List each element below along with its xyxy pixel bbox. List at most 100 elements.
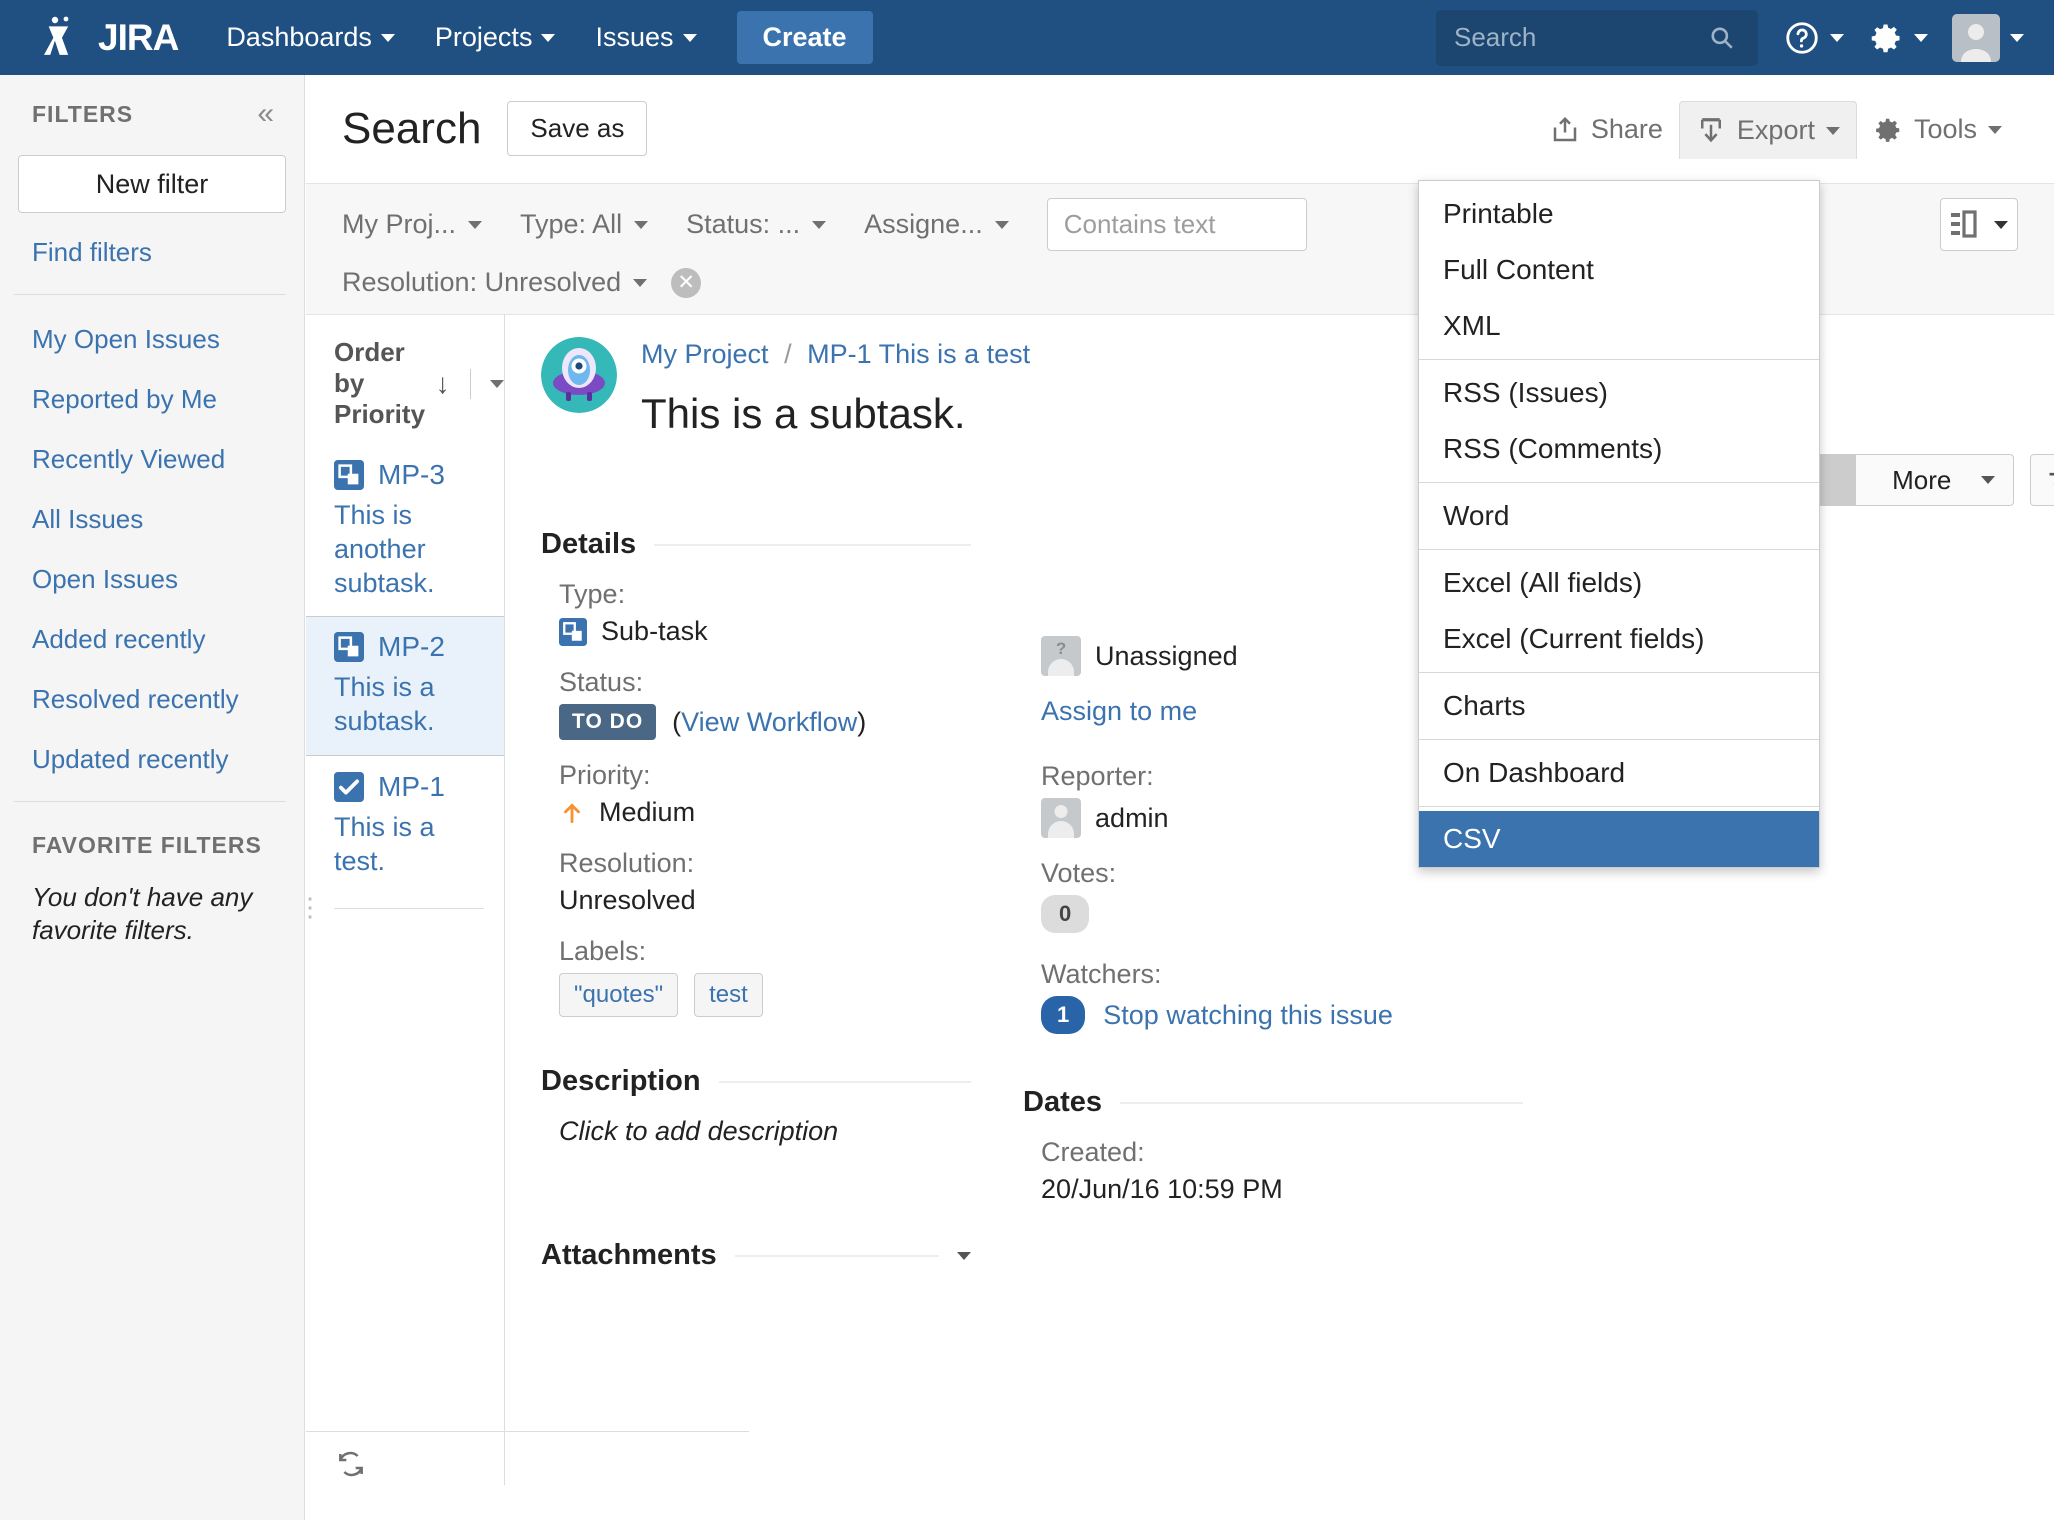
export-menu-item-csv[interactable]: CSV bbox=[1419, 811, 1819, 867]
find-filters-link[interactable]: Find filters bbox=[32, 237, 304, 268]
issue-key-row: MP-2 bbox=[334, 631, 484, 663]
clear-filters-icon[interactable]: ✕ bbox=[671, 268, 701, 298]
filter-status[interactable]: Status: ... bbox=[686, 209, 826, 240]
chevron-down-icon bbox=[381, 34, 395, 42]
filter-assignee[interactable]: Assigne... bbox=[864, 209, 1009, 240]
jira-logo[interactable]: JIRA bbox=[40, 15, 178, 61]
export-menu-item-printable[interactable]: Printable bbox=[1419, 186, 1819, 242]
sidebar-item-open-issues[interactable]: Open Issues bbox=[32, 564, 304, 595]
nav-issues[interactable]: Issues bbox=[575, 0, 716, 75]
stop-watching-link[interactable]: Stop watching this issue bbox=[1103, 1000, 1393, 1031]
export-menu-item-word[interactable]: Word bbox=[1419, 488, 1819, 544]
description-placeholder[interactable]: Click to add description bbox=[559, 1116, 971, 1147]
list-item[interactable]: MP-3 This is another subtask. bbox=[306, 444, 504, 616]
export-menu-item-excel-all-fields[interactable]: Excel (All fields) bbox=[1419, 555, 1819, 611]
tools-button[interactable]: Tools bbox=[1857, 101, 2018, 158]
assignee-value: Unassigned bbox=[1095, 641, 1238, 672]
export-menu-item-xml[interactable]: XML bbox=[1419, 298, 1819, 354]
label-chip[interactable]: "quotes" bbox=[559, 973, 678, 1017]
new-filter-button[interactable]: New filter bbox=[18, 155, 286, 213]
export-label: Export bbox=[1737, 115, 1815, 146]
global-search-input[interactable] bbox=[1454, 22, 1709, 53]
filter-resolution[interactable]: Resolution: Unresolved bbox=[342, 267, 647, 298]
sidebar-divider bbox=[14, 294, 286, 295]
export-menu-item-excel-current-fields[interactable]: Excel (Current fields) bbox=[1419, 611, 1819, 667]
sidebar-item-updated-recently[interactable]: Updated recently bbox=[32, 744, 304, 775]
sidebar-item-reported-by-me[interactable]: Reported by Me bbox=[32, 384, 304, 415]
create-button[interactable]: Create bbox=[737, 11, 873, 64]
created-value: 20/Jun/16 10:59 PM bbox=[1041, 1174, 1523, 1205]
chevron-down-icon bbox=[1914, 34, 1928, 42]
share-button[interactable]: Share bbox=[1534, 101, 1679, 158]
export-menu-item-charts[interactable]: Charts bbox=[1419, 678, 1819, 734]
export-menu-item-on-dashboard[interactable]: On Dashboard bbox=[1419, 745, 1819, 801]
profile-button[interactable] bbox=[1952, 14, 2024, 62]
sidebar-divider-2 bbox=[14, 801, 286, 802]
subtask-icon bbox=[559, 618, 587, 646]
breadcrumb-parent-issue[interactable]: MP-1 This is a test bbox=[807, 339, 1030, 369]
type-value-row: Sub-task bbox=[559, 616, 971, 647]
list-item[interactable]: MP-1 This is a test. bbox=[306, 756, 504, 895]
contains-text-field[interactable] bbox=[1047, 198, 1307, 251]
resolution-value: Unresolved bbox=[559, 885, 971, 916]
refresh-icon[interactable] bbox=[334, 1448, 368, 1480]
share-label: Share bbox=[1591, 114, 1663, 145]
priority-value: Medium bbox=[599, 797, 695, 828]
section-rule bbox=[654, 544, 971, 546]
settings-button[interactable] bbox=[1868, 20, 1928, 56]
jira-logo-mark bbox=[40, 15, 96, 61]
issue-header-text: My Project / MP-1 This is a test This is… bbox=[641, 337, 1030, 438]
export-button[interactable]: Export bbox=[1679, 101, 1857, 159]
nav-issues-label: Issues bbox=[595, 22, 673, 53]
order-by-control[interactable]: Order by Priority ↓ bbox=[306, 315, 504, 444]
arrow-down-icon: ↓ bbox=[436, 368, 450, 400]
avatar bbox=[1952, 14, 2000, 62]
sidebar-item-my-open-issues[interactable]: My Open Issues bbox=[32, 324, 304, 355]
list-item[interactable]: MP-2 This is a subtask. bbox=[306, 616, 504, 756]
subtask-icon bbox=[334, 460, 364, 490]
sidebar-item-resolved-recently[interactable]: Resolved recently bbox=[32, 684, 304, 715]
filters-sidebar: FILTERS « New filter Find filters My Ope… bbox=[0, 75, 305, 1520]
type-value: Sub-task bbox=[601, 616, 708, 647]
export-menu-item-rss-issues[interactable]: RSS (Issues) bbox=[1419, 365, 1819, 421]
save-as-button[interactable]: Save as bbox=[507, 101, 647, 156]
sidebar-item-added-recently[interactable]: Added recently bbox=[32, 624, 304, 655]
chevron-down-icon bbox=[683, 34, 697, 42]
watchers-row: 1 Stop watching this issue bbox=[1041, 996, 1523, 1034]
view-options-button[interactable] bbox=[1940, 198, 2018, 251]
more-label: More bbox=[1874, 454, 1969, 506]
issue-title: This is a subtask. bbox=[641, 390, 1030, 438]
contains-text-input[interactable] bbox=[1064, 209, 1290, 240]
status-badge: TO DO bbox=[559, 704, 656, 740]
attachments-section-header[interactable]: Attachments bbox=[541, 1239, 971, 1272]
more-button[interactable]: More bbox=[1856, 454, 2013, 506]
view-workflow-link[interactable]: View Workflow bbox=[681, 707, 857, 737]
sidebar-header: FILTERS « bbox=[0, 75, 304, 129]
sidebar-item-recently-viewed[interactable]: Recently Viewed bbox=[32, 444, 304, 475]
gear-icon bbox=[1873, 115, 1903, 145]
label-chip[interactable]: test bbox=[694, 973, 763, 1017]
chevrons-left-icon[interactable]: « bbox=[257, 99, 274, 129]
chevron-down-icon[interactable] bbox=[957, 1252, 971, 1260]
sidebar-item-all-issues[interactable]: All Issues bbox=[32, 504, 304, 535]
help-button[interactable] bbox=[1784, 20, 1844, 56]
breadcrumb-separator: / bbox=[784, 339, 792, 369]
global-search-box[interactable] bbox=[1436, 10, 1758, 66]
export-menu-item-rss-comments[interactable]: RSS (Comments) bbox=[1419, 421, 1819, 477]
filter-type-label: Type: All bbox=[520, 209, 622, 240]
gear-icon bbox=[1868, 20, 1904, 56]
nav-dashboards[interactable]: Dashboards bbox=[206, 0, 415, 75]
nav-projects[interactable]: Projects bbox=[415, 0, 576, 75]
issue-share-button[interactable] bbox=[2030, 454, 2054, 506]
filter-project[interactable]: My Proj... bbox=[342, 209, 482, 240]
filter-type[interactable]: Type: All bbox=[520, 209, 648, 240]
layout-detail-icon bbox=[1951, 210, 1985, 240]
list-resize-handle[interactable]: ⋮ bbox=[297, 900, 323, 914]
type-label: Type: bbox=[559, 579, 971, 610]
details-column: Details Type: Sub-task Status: bbox=[541, 528, 971, 1290]
order-by-label: Order by Priority bbox=[334, 337, 426, 430]
breadcrumb-project[interactable]: My Project bbox=[641, 339, 769, 369]
details-heading: Details bbox=[541, 528, 636, 561]
export-menu-item-full-content[interactable]: Full Content bbox=[1419, 242, 1819, 298]
chevron-down-icon bbox=[634, 221, 648, 229]
